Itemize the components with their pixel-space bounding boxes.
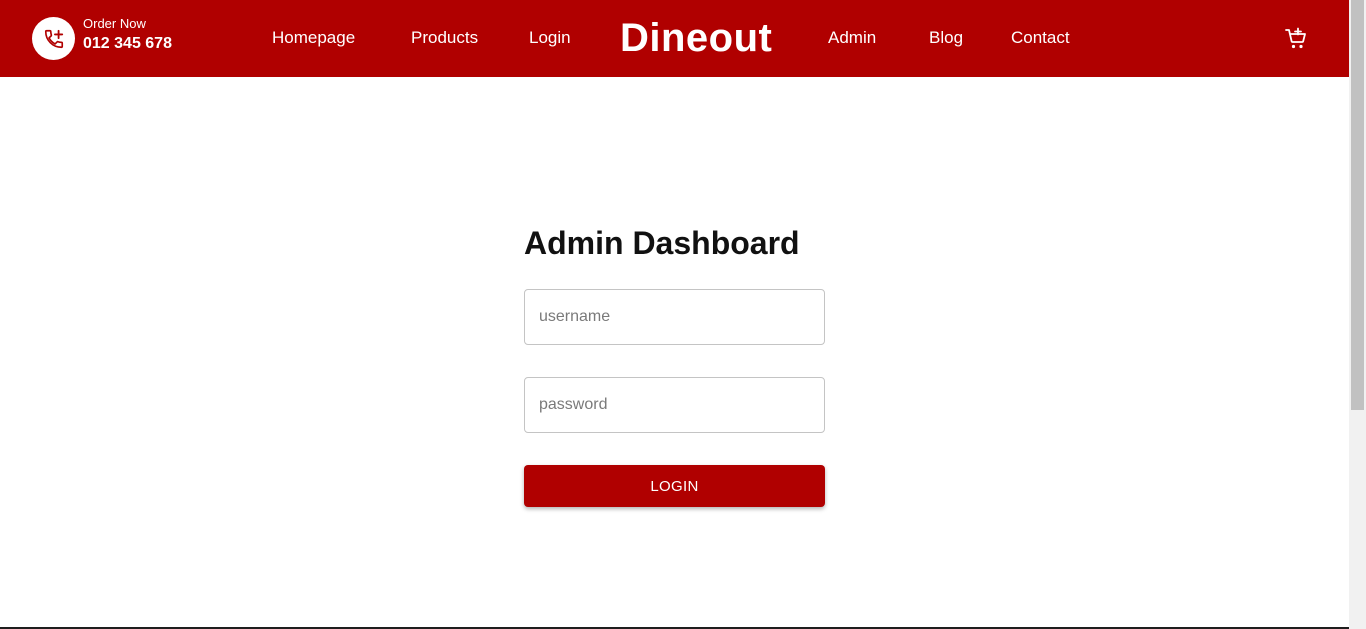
username-field[interactable] <box>524 289 825 345</box>
cart-plus-icon[interactable] <box>1284 27 1308 51</box>
login-button[interactable]: LOGIN <box>524 465 825 507</box>
admin-login-form: Admin Dashboard LOGIN <box>524 222 825 507</box>
page-title: Admin Dashboard <box>524 225 800 261</box>
brand-logo[interactable]: Dineout <box>620 14 772 62</box>
page: Order Now 012 345 678 Homepage Products … <box>0 0 1366 629</box>
nav-link-login[interactable]: Login <box>529 28 571 48</box>
phone-button[interactable] <box>32 17 75 60</box>
scrollbar-thumb[interactable] <box>1351 0 1364 410</box>
nav-link-homepage[interactable]: Homepage <box>272 28 355 48</box>
order-now-block: Order Now 012 345 678 <box>83 17 172 52</box>
nav-link-blog[interactable]: Blog <box>929 28 963 48</box>
phone-plus-icon <box>44 29 63 48</box>
order-phone-number[interactable]: 012 345 678 <box>83 36 172 52</box>
password-field[interactable] <box>524 377 825 433</box>
nav-link-contact[interactable]: Contact <box>1011 28 1070 48</box>
order-now-label: Order Now <box>83 16 146 31</box>
nav-link-admin[interactable]: Admin <box>828 28 876 48</box>
nav-link-products[interactable]: Products <box>411 28 478 48</box>
top-navbar: Order Now 012 345 678 Homepage Products … <box>0 0 1349 77</box>
